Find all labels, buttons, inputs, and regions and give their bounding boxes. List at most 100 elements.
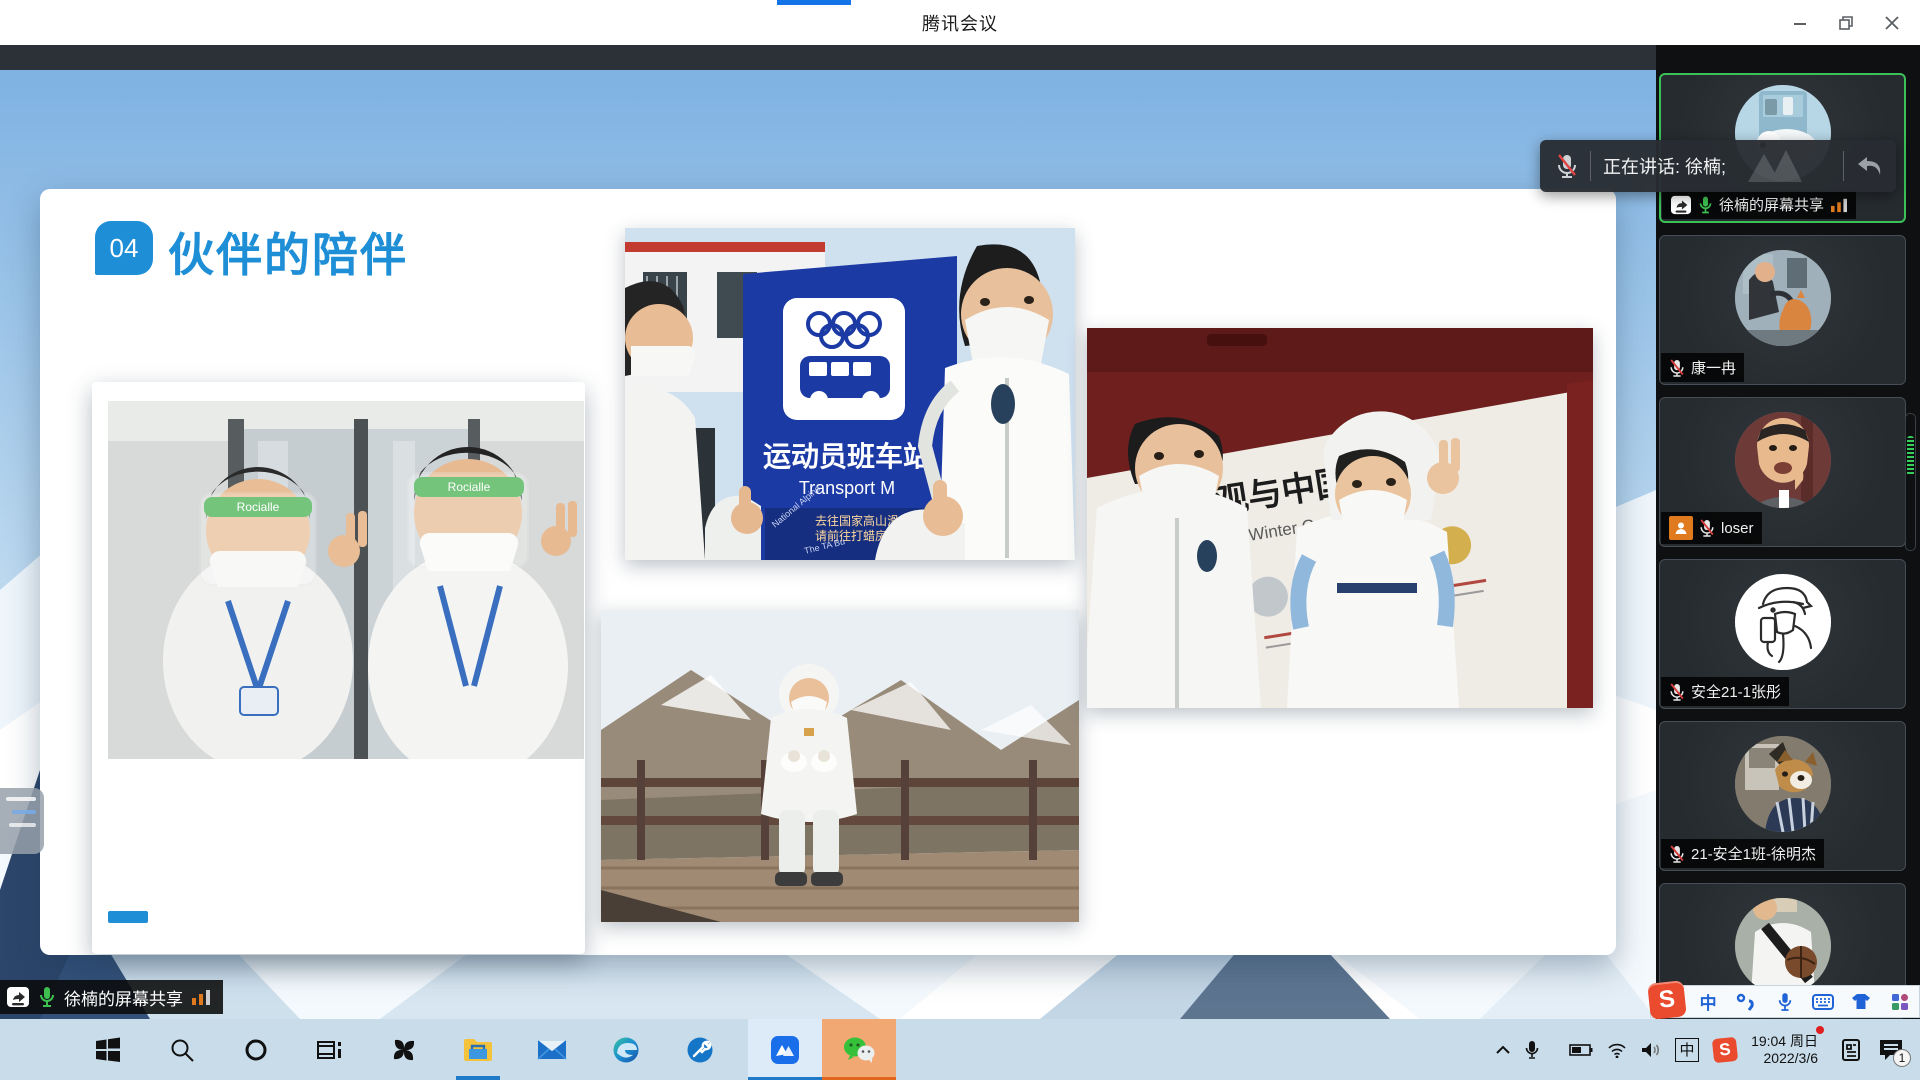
ime-toolbox-button[interactable]: [1881, 986, 1919, 1017]
edge-browser-button[interactable]: [589, 1019, 663, 1080]
driver-tool-button[interactable]: [663, 1019, 737, 1080]
ime-voice-button[interactable]: [1766, 986, 1804, 1017]
transport-sign-cn: 运动员班车站: [763, 440, 931, 472]
reply-arrow-icon: [1856, 155, 1882, 177]
scrollbar-thumb[interactable]: [1907, 436, 1914, 476]
taskbar-clock[interactable]: 19:04 周日 2022/3/6: [1751, 1033, 1818, 1067]
open-app-indicator: [456, 1076, 500, 1080]
participant-name: 康一冉: [1691, 357, 1736, 378]
screen-share-banner: 徐楠的屏幕共享: [0, 980, 223, 1014]
meeting-toolbar-strip: [0, 45, 1920, 70]
tray-sogou-icon[interactable]: S: [1712, 1036, 1738, 1062]
sogou-logo[interactable]: S: [1647, 980, 1687, 1020]
mic-muted-icon: [1669, 682, 1685, 702]
avatar: [1735, 412, 1831, 508]
tray-expand-icon[interactable]: [1495, 1044, 1511, 1056]
divider: [1843, 151, 1844, 181]
share-banner-label: 徐楠的屏幕共享: [64, 985, 183, 1010]
windows-taskbar: e 中 S 19:: [0, 1019, 1920, 1080]
slide-progress-dash: [108, 911, 148, 923]
divider: [1590, 151, 1591, 181]
wechat-taskbar-button[interactable]: [822, 1019, 896, 1080]
mic-on-icon: [1698, 195, 1713, 215]
avatar: [1735, 574, 1831, 670]
participant-tile-zhangtong[interactable]: 安全21-1张彤: [1659, 559, 1906, 709]
participant-tile-loser[interactable]: loser: [1659, 397, 1906, 547]
participant-name: 徐楠的屏幕共享: [1719, 194, 1824, 215]
participant-name-bar: 安全21-1张彤: [1661, 677, 1789, 706]
minimize-button[interactable]: [1780, 8, 1820, 38]
photo-card-ppe: Rocialle Rocialle: [92, 382, 585, 954]
participant-name-bar: 21-安全1班-徐明杰: [1661, 839, 1824, 868]
notification-count-badge: 1: [1893, 1049, 1911, 1067]
titlebar-accent: [777, 0, 851, 5]
screen-share-icon: [1670, 195, 1692, 215]
slide-number-badge: 04: [95, 221, 153, 275]
reply-button[interactable]: [1856, 155, 1882, 177]
news-feed-icon[interactable]: [1840, 1038, 1864, 1062]
speaking-text: 正在讲话: 徐楠;: [1603, 153, 1726, 179]
cortana-button[interactable]: [219, 1019, 293, 1080]
action-center-button[interactable]: 1: [1878, 1038, 1904, 1062]
search-button[interactable]: [145, 1019, 219, 1080]
participant-name-bar: 康一冉: [1661, 353, 1744, 382]
volume-icon[interactable]: [1641, 1042, 1661, 1058]
task-view-button[interactable]: [293, 1019, 367, 1080]
avatar: [1735, 898, 1831, 994]
clock-date: 2022/3/6: [1751, 1050, 1818, 1067]
tencent-meeting-taskbar-button[interactable]: [748, 1019, 822, 1080]
wifi-icon[interactable]: [1607, 1042, 1627, 1058]
start-button[interactable]: [71, 1019, 145, 1080]
photo-transport-mall: 运动员班车站 Transport M 去往国家高山滑 请前往打蜡房附 The T…: [625, 228, 1075, 560]
participant-name-bar: 徐楠的屏幕共享: [1662, 190, 1856, 219]
tray-mic-icon[interactable]: [1525, 1040, 1539, 1060]
tray-ime-indicator[interactable]: 中: [1675, 1038, 1699, 1062]
presenter-badge-icon: [1669, 516, 1693, 540]
presentation-slide: 04 伙伴的陪伴: [40, 189, 1616, 955]
slide-title: 伙伴的陪伴: [168, 219, 408, 285]
participant-name: 21-安全1班-徐明杰: [1691, 843, 1816, 864]
app-window: 腾讯会议: [0, 0, 1920, 1080]
participant-tile-xumingjie[interactable]: 21-安全1班-徐明杰: [1659, 721, 1906, 871]
ime-skin-button[interactable]: [1842, 986, 1880, 1017]
participant-name: loser: [1721, 520, 1754, 537]
sogou-ime-toolbar: S 中: [1650, 985, 1920, 1018]
restore-button[interactable]: [1826, 8, 1866, 38]
mic-muted-icon: [1556, 153, 1578, 179]
mic-muted-icon: [1669, 844, 1685, 864]
notification-dot: [1816, 1026, 1824, 1034]
mail-button[interactable]: [515, 1019, 589, 1080]
photo-ppe-volunteers: Rocialle Rocialle: [108, 401, 584, 759]
restore-icon: [1839, 16, 1853, 30]
photo-museum-exhibit: 冬奥景观与中国文 Look of Olympic Winter Games a: [1087, 328, 1593, 708]
meeting-watermark-icon: [1740, 146, 1810, 186]
window-title: 腾讯会议: [0, 10, 1920, 36]
avatar: [1735, 736, 1831, 832]
pinwheel-app-button[interactable]: [367, 1019, 441, 1080]
transport-note-1: 去往国家高山滑: [815, 513, 899, 528]
file-explorer-button[interactable]: [441, 1019, 515, 1080]
shared-screen-area: 04 伙伴的陪伴: [0, 70, 1656, 1019]
participant-name-bar: loser: [1661, 512, 1762, 544]
system-tray: 中 S 19:04 周日 2022/3/6 1: [1495, 1019, 1920, 1080]
signal-icon: [1830, 197, 1848, 213]
ime-keyboard-button[interactable]: [1804, 986, 1842, 1017]
ime-punctuation-toggle[interactable]: [1727, 986, 1765, 1017]
sidebar-scrollbar[interactable]: [1905, 413, 1916, 551]
mic-muted-icon: [1669, 358, 1685, 378]
speaking-notification: 正在讲话: 徐楠;: [1540, 140, 1896, 192]
ime-lang-toggle[interactable]: 中: [1689, 986, 1727, 1017]
participant-tile-kangyiran[interactable]: 康一冉: [1659, 235, 1906, 385]
mic-muted-icon: [1699, 518, 1715, 538]
background-edge-widget[interactable]: [0, 788, 44, 854]
mic-on-icon: [38, 986, 56, 1008]
window-titlebar: 腾讯会议: [0, 0, 1920, 45]
battery-icon[interactable]: [1569, 1043, 1593, 1057]
participant-name: 安全21-1张彤: [1691, 681, 1781, 702]
close-button[interactable]: [1872, 8, 1912, 38]
close-icon: [1885, 16, 1899, 30]
photo-mountain-deck: [601, 610, 1079, 922]
minimize-icon: [1793, 16, 1807, 30]
clock-time: 19:04 周日: [1751, 1033, 1818, 1050]
signal-icon: [191, 988, 211, 1006]
